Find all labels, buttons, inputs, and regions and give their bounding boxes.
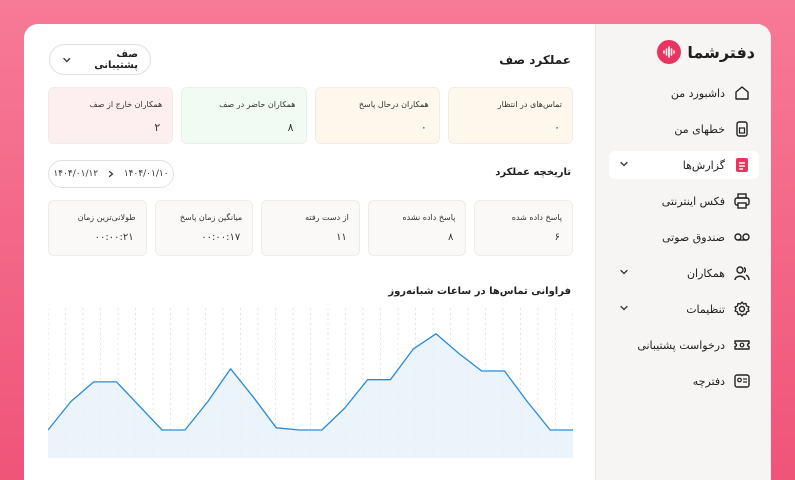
sim-card-icon	[733, 120, 751, 138]
stat-label: همکاران درحال پاسخ	[358, 100, 429, 109]
stat-label: همکاران حاضر در صف	[219, 100, 296, 109]
chevron-down-icon	[63, 57, 71, 62]
ticket-icon	[733, 336, 751, 354]
metric-card: میانگین زمان پاسخ ۰۰:۰۰:۱۷	[154, 200, 254, 256]
queue-select[interactable]: صف پشتیبانی	[49, 44, 151, 75]
sidebar-item-label: دفترچه	[692, 374, 725, 388]
history-metrics: پاسخ داده شده ۶ پاسخ داده نشده ۸ از دست رفته…	[48, 200, 573, 256]
page-title: عملکرد صف	[499, 53, 571, 67]
voicemail-icon	[733, 228, 751, 246]
contact-card-icon	[733, 372, 751, 390]
users-icon	[733, 264, 751, 282]
main-content: عملکرد صف صف پشتیبانی تماس‌های در انتظار…	[24, 24, 595, 480]
metric-value: ۸	[448, 232, 454, 243]
sidebar-item-label: فکس اینترنتی	[661, 194, 725, 208]
chevron-down-icon	[620, 161, 628, 167]
stat-card: تماس‌های در انتظار ۰	[447, 87, 573, 144]
sidebar-item-voicemail[interactable]: صندوق صوتی	[609, 223, 759, 251]
brand-name: دفترشما	[687, 42, 755, 62]
gear-icon	[733, 300, 751, 318]
chevron-down-icon	[620, 269, 628, 275]
date-to: ۱۴۰۴/۰۱/۱۲	[53, 169, 99, 179]
printer-icon	[733, 192, 751, 210]
app-window: دفترشما داشبورد من خطهای من گزارش‌ها فکس ای…	[24, 24, 771, 480]
sidebar-item-label: گزارش‌ها	[682, 158, 725, 172]
sidebar-item-label: تنظیمات	[686, 302, 725, 316]
stat-label: همکاران خارج از صف	[89, 100, 163, 109]
sidebar-item-label: درخواست پشتیبانی	[637, 338, 725, 352]
metric-value: ۰۰:۰۰:۲۱	[94, 232, 134, 243]
metric-card: پاسخ داده نشده ۸	[367, 200, 467, 256]
sidebar-item-label: صندوق صوتی	[661, 230, 725, 244]
stat-value: ۰	[554, 121, 560, 134]
queue-stats: تماس‌های در انتظار ۰ همکاران درحال پاسخ ۰ هم…	[48, 87, 573, 144]
sidebar-item-report[interactable]: گزارش‌ها	[609, 151, 759, 179]
home-icon	[733, 84, 751, 102]
metric-card: پاسخ داده شده ۶	[474, 200, 573, 256]
metric-label: طولانی‌ترین زمان	[77, 213, 136, 222]
stat-label: تماس‌های در انتظار	[497, 100, 562, 109]
hourly-calls-chart	[48, 308, 573, 458]
stat-value: ۰	[420, 121, 427, 134]
history-title: تاریخچه عملکرد	[495, 167, 571, 178]
date-range-picker[interactable]: ۱۴۰۴/۰۱/۱۲ ۱۴۰۴/۰۱/۱۰	[48, 160, 174, 188]
stat-value: ۸	[287, 121, 294, 134]
sidebar-item-ticket[interactable]: درخواست پشتیبانی	[609, 331, 759, 359]
metric-label: میانگین زمان پاسخ	[179, 213, 243, 222]
metric-label: از دست رفته	[305, 213, 349, 222]
sidebar-item-printer[interactable]: فکس اینترنتی	[609, 187, 759, 215]
metric-value: ۱۱	[336, 232, 347, 243]
sidebar-item-home[interactable]: داشبورد من	[609, 79, 759, 107]
chevron-down-icon	[620, 305, 628, 311]
report-icon	[733, 156, 751, 174]
sidebar-item-label: داشبورد من	[670, 86, 725, 100]
sidebar-nav: داشبورد من خطهای من گزارش‌ها فکس اینترنتی صن…	[609, 79, 759, 403]
metric-label: پاسخ داده شده	[511, 213, 562, 222]
chart-title: فراوانی تماس‌ها در ساعات شبانه‌روز	[388, 286, 571, 297]
stat-card: همکاران خارج از صف ۲	[48, 87, 174, 144]
stat-value: ۲	[154, 121, 161, 134]
sidebar-item-contact-card[interactable]: دفترچه	[609, 367, 759, 395]
metric-value: ۰۰:۰۰:۱۷	[201, 232, 241, 243]
sidebar-item-sim-card[interactable]: خطهای من	[609, 115, 759, 143]
metric-card: از دست رفته ۱۱	[261, 200, 360, 256]
sidebar-item-label: خطهای من	[674, 122, 725, 136]
sidebar-item-users[interactable]: همکاران	[609, 259, 759, 287]
queue-select-value: صف پشتیبانی	[94, 48, 138, 71]
metric-value: ۶	[554, 232, 560, 243]
sidebar-item-gear[interactable]: تنظیمات	[609, 295, 759, 323]
metric-label: پاسخ داده نشده	[402, 213, 456, 222]
series-area	[48, 333, 573, 458]
brand[interactable]: دفترشما	[657, 39, 755, 65]
stat-card: همکاران حاضر در صف ۸	[181, 87, 307, 144]
chevron-right-icon	[108, 170, 114, 178]
sidebar: دفترشما داشبورد من خطهای من گزارش‌ها فکس ای…	[595, 24, 771, 480]
sound-wave-logo-icon	[657, 40, 682, 64]
metric-card: طولانی‌ترین زمان ۰۰:۰۰:۲۱	[48, 200, 147, 256]
stat-card: همکاران درحال پاسخ ۰	[314, 87, 440, 144]
sidebar-item-label: همکاران	[686, 266, 725, 280]
date-from: ۱۴۰۴/۰۱/۱۰	[123, 169, 169, 179]
